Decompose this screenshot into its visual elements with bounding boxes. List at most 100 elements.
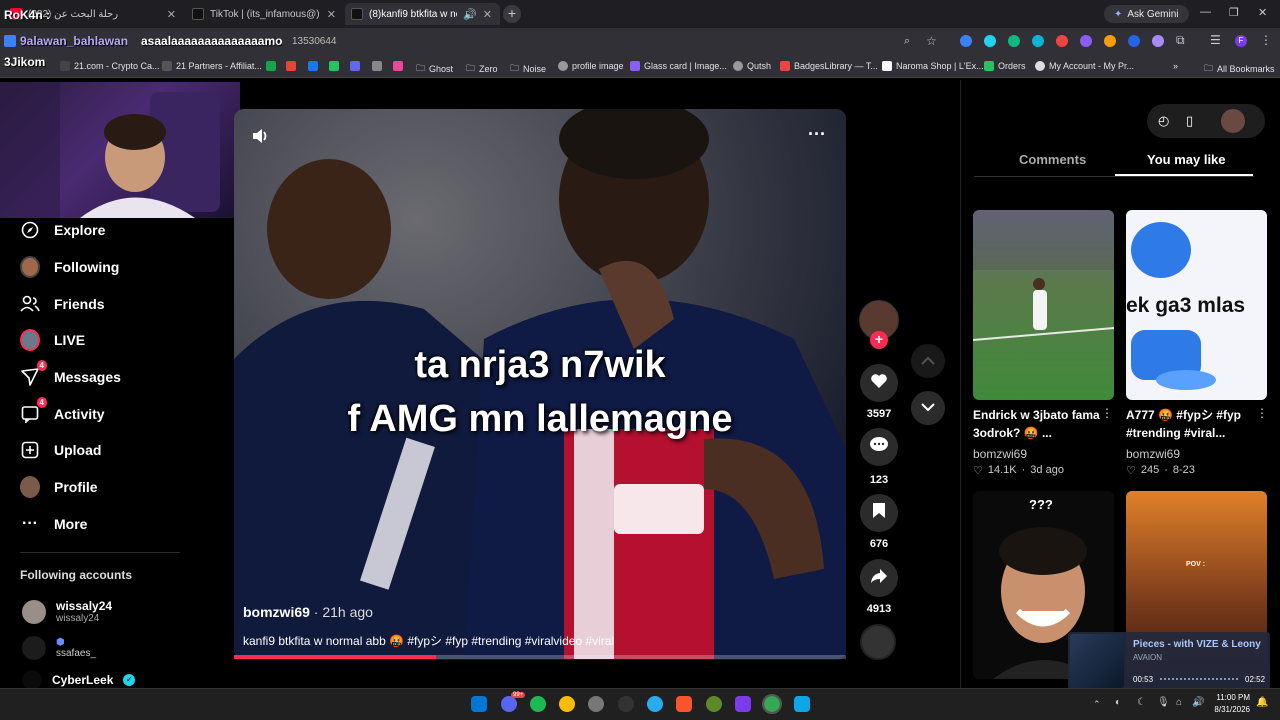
save-button[interactable] [860, 494, 898, 532]
following-account-wissaly24[interactable]: wissaly24 wissaly24 [22, 599, 112, 624]
minimize-window-icon[interactable]: — [1200, 6, 1211, 18]
brave-icon[interactable] [676, 696, 692, 712]
bookmark-item[interactable]: BadgesLibrary — T... [780, 61, 878, 71]
extension-icon[interactable] [984, 35, 996, 47]
bookmark-item[interactable]: profile image [558, 61, 624, 71]
sidebar-item-profile[interactable]: Profile [20, 475, 98, 499]
video-thumbnail-2[interactable]: ek ga3 mlas [1126, 210, 1267, 400]
discord-icon[interactable] [501, 696, 517, 712]
video-title-1[interactable]: Endrick w 3jbato fama 3odrok? 🤬 ... [973, 406, 1105, 442]
track-progress-bar[interactable] [1160, 678, 1238, 681]
sidebar-item-activity[interactable]: 4 Activity [20, 397, 105, 426]
bookmark-item[interactable] [329, 61, 339, 71]
bookmark-item[interactable] [308, 61, 318, 71]
tab-you-may-like[interactable]: You may like [1147, 152, 1226, 167]
zoom-icon[interactable]: ⌕ [904, 35, 910, 48]
bookmark-folder-ghost[interactable]: 🗀 Ghost [416, 61, 453, 77]
tray-chevron-icon[interactable]: ⌃ [1093, 699, 1101, 710]
sidebar-item-more[interactable]: ··· More [20, 512, 87, 536]
share-button[interactable] [860, 559, 898, 597]
bookmark-item[interactable] [393, 61, 403, 71]
card-more-icon[interactable]: ⋮ [1101, 406, 1113, 420]
sidebar-item-explore[interactable]: Explore [20, 218, 105, 242]
video-title-2[interactable]: A777 🤬 #fypシ #fyp #trending #viral... [1126, 406, 1256, 442]
bookmark-item[interactable] [266, 61, 276, 71]
tray-icon[interactable]: ◐ [1115, 697, 1121, 708]
volume-icon[interactable] [250, 126, 270, 146]
follow-plus-button[interactable]: + [870, 331, 888, 349]
maximize-window-icon[interactable]: ❐ [1229, 6, 1239, 19]
url-input[interactable]: 13530644 [292, 34, 337, 50]
next-video-button[interactable] [911, 391, 945, 425]
user-avatar[interactable] [1221, 109, 1245, 133]
extension-icon[interactable] [1104, 35, 1116, 47]
bookmark-item[interactable]: Glass card | Image... [630, 61, 727, 71]
video-thumbnail-1[interactable] [973, 210, 1114, 400]
volume-tray-icon[interactable]: 🔊 [1192, 697, 1204, 708]
extensions-puzzle-icon[interactable]: ⧉ [1176, 33, 1185, 48]
profile-avatar-icon[interactable]: F [1235, 35, 1247, 47]
bookmark-item[interactable] [350, 61, 360, 71]
following-account-cyberleek[interactable]: CyberLeek ✓ [22, 670, 136, 690]
app-icon[interactable] [794, 696, 810, 712]
spotify-icon[interactable] [530, 696, 546, 712]
tiktok-coin-icon[interactable]: ◴ [1158, 113, 1169, 129]
extension-icon[interactable] [1080, 35, 1092, 47]
sidebar-item-live[interactable]: LIVE [20, 328, 85, 352]
bookmark-item[interactable]: 21.com - Crypto Ca... [60, 61, 160, 71]
video-progress-bar[interactable] [234, 655, 846, 659]
close-tab-icon[interactable]: ✕ [167, 8, 176, 21]
bookmark-item[interactable]: My Account - My Pr... [1035, 61, 1134, 71]
telegram-icon[interactable] [647, 696, 663, 712]
bookmark-item[interactable]: Orders [984, 61, 1026, 71]
extension-icon[interactable] [1008, 35, 1020, 47]
obs-icon[interactable] [588, 696, 604, 712]
device-icon[interactable]: ▯ [1186, 113, 1193, 129]
video-author-2[interactable]: bomzwi69 [1126, 447, 1180, 461]
bookmarks-overflow-icon[interactable]: » [1173, 61, 1178, 71]
following-account-ssafaes[interactable]: ⬢ ssafaes_ [22, 636, 96, 660]
mute-tab-icon[interactable]: 🔊 [463, 8, 477, 21]
close-window-icon[interactable]: ✕ [1258, 6, 1267, 19]
notifications-icon[interactable]: 🔔 [1256, 697, 1268, 708]
card-more-icon[interactable]: ⋮ [1256, 406, 1268, 420]
tab-comments[interactable]: Comments [1019, 152, 1086, 167]
bookmark-folder-zero[interactable]: 🗀 Zero [466, 61, 498, 77]
browser-menu-icon[interactable]: ⋮ [1260, 33, 1272, 47]
reading-list-icon[interactable]: ☰ [1210, 33, 1221, 47]
bookmark-item[interactable] [286, 61, 296, 71]
previous-video-button[interactable] [911, 344, 945, 378]
new-tab-button[interactable]: + [503, 5, 521, 23]
all-bookmarks[interactable]: 🗀 All Bookmarks [1204, 61, 1275, 77]
like-button[interactable] [860, 364, 898, 402]
microphone-icon[interactable]: 🎙 [1157, 697, 1170, 708]
network-icon[interactable]: ⌂ [1176, 697, 1182, 708]
tray-icon[interactable]: ☾ [1137, 697, 1146, 708]
bookmark-item[interactable]: Qutsh [733, 61, 771, 71]
video-author[interactable]: bomzwi69 · 21h ago [243, 604, 373, 620]
browser-tab-2[interactable]: TikTok | (its_infamous@) كريم ✕ [186, 3, 344, 25]
extension-icon[interactable] [1152, 35, 1164, 47]
extension-icon[interactable] [1128, 35, 1140, 47]
clock-time[interactable]: 11:00 PM [1210, 693, 1250, 702]
sidebar-item-following[interactable]: Following [20, 255, 119, 279]
bookmark-item[interactable] [372, 61, 382, 71]
chrome-icon[interactable] [559, 696, 575, 712]
extension-icon[interactable] [1056, 35, 1068, 47]
bookmark-item[interactable]: 21 Partners - Affiliat... [162, 61, 262, 71]
sidebar-item-messages[interactable]: 4 Messages [20, 360, 121, 389]
comment-button[interactable] [860, 428, 898, 466]
app-icon[interactable] [735, 696, 751, 712]
app-icon[interactable] [706, 696, 722, 712]
video-author-1[interactable]: bomzwi69 [973, 447, 1027, 461]
windows-start-icon[interactable] [471, 696, 487, 712]
close-tab-icon[interactable]: ✕ [327, 8, 336, 21]
bookmark-star-icon[interactable]: ☆ [926, 34, 937, 48]
ask-gemini-button[interactable]: ✦ Ask Gemini [1104, 5, 1189, 23]
close-tab-icon[interactable]: ✕ [483, 8, 492, 21]
sidebar-item-friends[interactable]: Friends [20, 292, 105, 316]
bookmark-item[interactable]: Naroma Shop | L'Ex... [882, 61, 984, 71]
extension-icon[interactable] [960, 35, 972, 47]
video-more-options-icon[interactable]: ··· [808, 124, 826, 145]
sidebar-item-upload[interactable]: Upload [20, 438, 101, 462]
